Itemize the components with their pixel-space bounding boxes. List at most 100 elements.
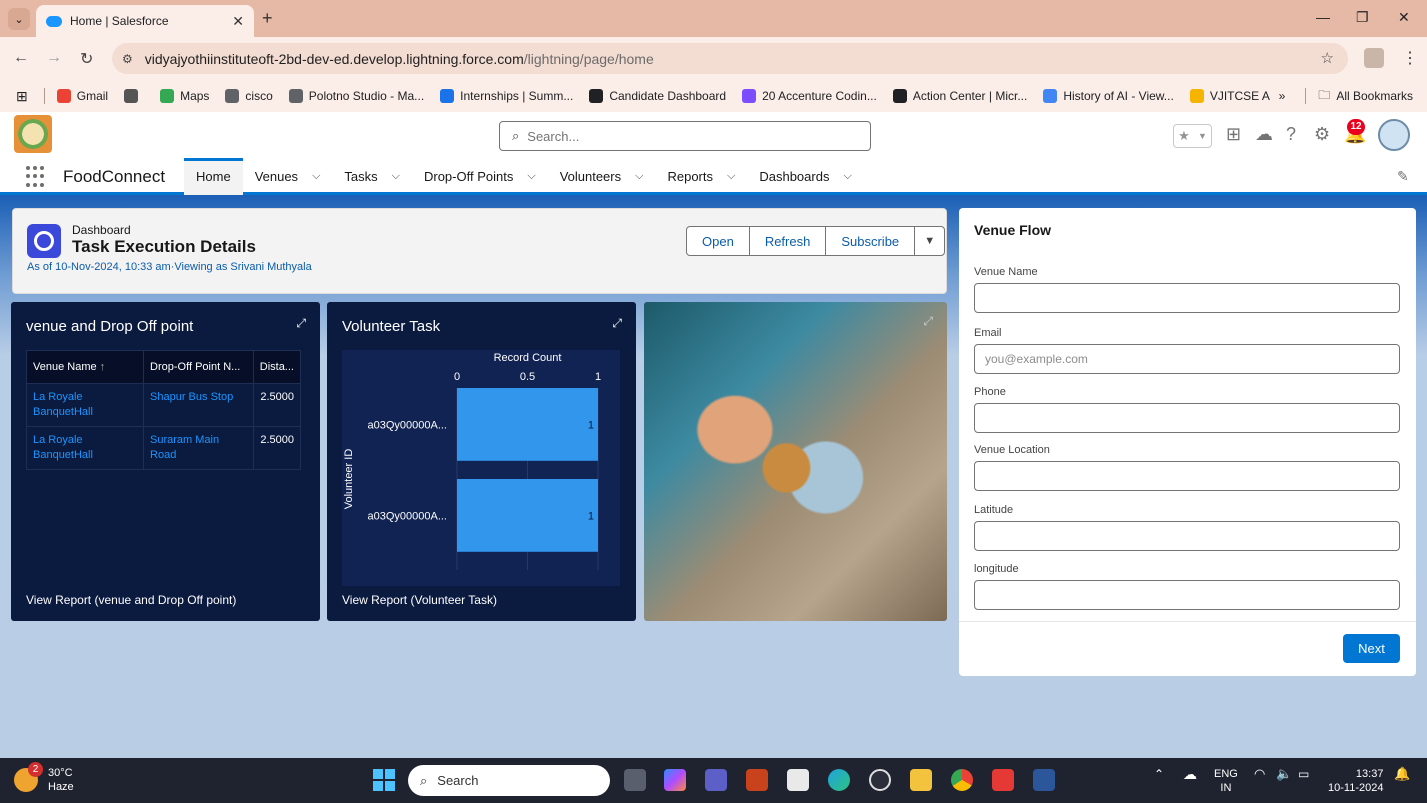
expand-icon[interactable]: ⤢ [612,316,622,331]
close-window-icon[interactable]: ✕ [1398,9,1410,26]
teams-icon[interactable] [705,769,727,791]
taskbar-search[interactable]: ⌕ Search [408,765,610,796]
view-report-link[interactable]: View Report (venue and Drop Off point) [26,593,236,607]
favorites-button[interactable]: ★ ▼ [1173,124,1212,148]
notification-center-icon[interactable]: 🔔 [1394,767,1410,781]
field-input-email[interactable] [974,344,1400,374]
profile-icon[interactable] [1364,48,1384,68]
field-input-venue-location[interactable] [974,461,1400,491]
more-actions-dropdown[interactable]: ▼ [914,226,946,256]
chrome-icon[interactable] [951,769,973,791]
global-actions-icon[interactable]: ⊞ [1226,124,1241,145]
venue-link[interactable]: La Royale BanquetHall [25,383,145,427]
nav-tab-volunteers[interactable]: Volunteers ⌵ [548,158,656,195]
browser-tab-active[interactable]: Home | Salesforce ✕ [36,5,254,37]
bookmark-item[interactable]: Polotno Studio - Ma... [288,89,424,103]
puzzle-icon [124,89,139,103]
aha-icon[interactable] [746,769,768,791]
file-explorer-icon[interactable] [910,769,932,791]
edge-icon[interactable] [828,769,850,791]
chevron-down-icon[interactable]: ⌵ [843,170,851,183]
new-tab-icon[interactable]: + [262,8,273,29]
column-header-dropoff[interactable]: Drop-Off Point N... [143,350,254,384]
bookmark-item[interactable]: Maps [160,89,209,103]
show-hidden-icons[interactable]: ⌃ [1154,767,1164,781]
venue-link[interactable]: La Royale BanquetHall [25,426,145,470]
user-avatar[interactable] [1378,119,1410,151]
column-header-venue[interactable]: Venue Name ↑ [25,350,145,384]
column-header-distance[interactable]: Dista... [252,350,302,384]
forward-icon[interactable]: → [46,49,62,67]
sf-app-nav: FoodConnect Home Venues ⌵ Tasks ⌵ Drop-Off Po… [0,158,1427,195]
next-button[interactable]: Next [1343,634,1400,663]
copilot-icon[interactable] [664,769,686,791]
nav-tab-dashboards[interactable]: Dashboards ⌵ [747,158,863,195]
nav-tab-reports[interactable]: Reports ⌵ [655,158,747,195]
chevron-down-icon[interactable]: ⌵ [312,170,320,183]
weather-widget[interactable]: 2 30°C Haze [14,762,74,794]
language-indicator[interactable]: ENG IN [1214,767,1238,795]
help-icon[interactable]: ? [1286,124,1296,145]
site-settings-icon[interactable]: ⚙ [122,52,133,66]
task-view-icon[interactable] [624,769,646,791]
panel-title: venue and Drop Off point [26,318,194,335]
chevron-down-icon[interactable]: ⌵ [727,170,735,183]
back-icon[interactable]: ← [13,49,29,67]
tab-search-button[interactable]: ⌄ [8,8,30,30]
subscribe-button[interactable]: Subscribe [825,226,916,256]
store-icon[interactable] [787,769,809,791]
expand-icon[interactable]: ⤢ [296,316,306,331]
bookmark-item[interactable]: Candidate Dashboard [589,89,726,103]
more-bookmarks-icon[interactable]: » [1279,89,1286,103]
setup-gear-icon[interactable]: ⚙ [1314,124,1330,145]
open-button[interactable]: Open [686,226,750,256]
bookmark-item[interactable] [124,89,144,103]
chevron-down-icon[interactable]: ⌵ [527,170,535,183]
dropoff-link[interactable]: Shapur Bus Stop [143,383,254,427]
wifi-icon[interactable]: ◠ [1254,767,1265,781]
nav-tab-home[interactable]: Home [184,158,243,195]
app-launcher-icon[interactable] [26,166,48,188]
edit-nav-pencil-icon[interactable]: ✎ [1397,168,1409,185]
bookmark-item[interactable]: History of AI - View... [1043,89,1174,103]
clock[interactable]: 13:37 10-11-2024 [1328,767,1383,795]
chevron-down-icon[interactable]: ⌵ [392,170,400,183]
restore-icon[interactable]: ❐ [1356,9,1369,26]
global-search[interactable]: ⌕ Search... [499,121,871,151]
bookmark-star-icon[interactable]: ☆ [1321,49,1334,67]
address-bar[interactable]: ⚙ vidyajyothiinstituteoft-2bd-dev-ed.dev… [112,43,1348,74]
battery-icon[interactable]: ▭ [1298,767,1309,781]
wps-icon[interactable] [992,769,1014,791]
nav-tab-tasks[interactable]: Tasks ⌵ [332,158,412,195]
trailhead-icon[interactable]: ☁ [1255,124,1273,145]
bookmark-item[interactable]: cisco [225,89,273,103]
expand-icon[interactable]: ⤢ [923,314,933,329]
apps-grid-icon[interactable]: ⊞ [16,88,28,105]
bookmark-item[interactable]: Gmail [56,89,108,103]
browser-menu-icon[interactable]: ⋮ [1402,48,1418,68]
field-input-latitude[interactable] [974,521,1400,551]
chevron-down-icon[interactable]: ⌵ [635,170,643,183]
bookmark-item[interactable]: Internships | Summ... [440,89,573,103]
nav-tab-drop-off-points[interactable]: Drop-Off Points ⌵ [412,158,548,195]
view-report-link[interactable]: View Report (Volunteer Task) [342,593,497,607]
onedrive-icon[interactable]: ☁ [1183,767,1197,781]
refresh-button[interactable]: Refresh [748,226,827,256]
windows-start-icon[interactable] [373,769,395,791]
minimize-icon[interactable]: — [1316,9,1330,25]
bookmark-item[interactable]: 20 Accenture Codin... [742,89,877,103]
volume-icon[interactable]: 🔈 [1276,767,1292,781]
field-input-longitude[interactable] [974,580,1400,610]
foodconnect-logo[interactable] [14,115,52,153]
nav-tab-venues[interactable]: Venues ⌵ [243,158,333,195]
reload-icon[interactable]: ↻ [80,49,93,69]
close-tab-icon[interactable]: ✕ [232,13,244,30]
word-icon[interactable] [1033,769,1055,791]
dropoff-link[interactable]: Suraram Main Road [143,426,254,470]
field-input-venue-name[interactable] [974,283,1400,313]
dell-icon[interactable] [869,769,891,791]
all-bookmarks-link[interactable]: All Bookmarks [1336,89,1413,103]
bookmark-item[interactable]: Action Center | Micr... [892,89,1027,103]
field-input-phone[interactable] [974,403,1400,433]
bookmark-item[interactable]: VJITCSE A [1189,89,1270,103]
